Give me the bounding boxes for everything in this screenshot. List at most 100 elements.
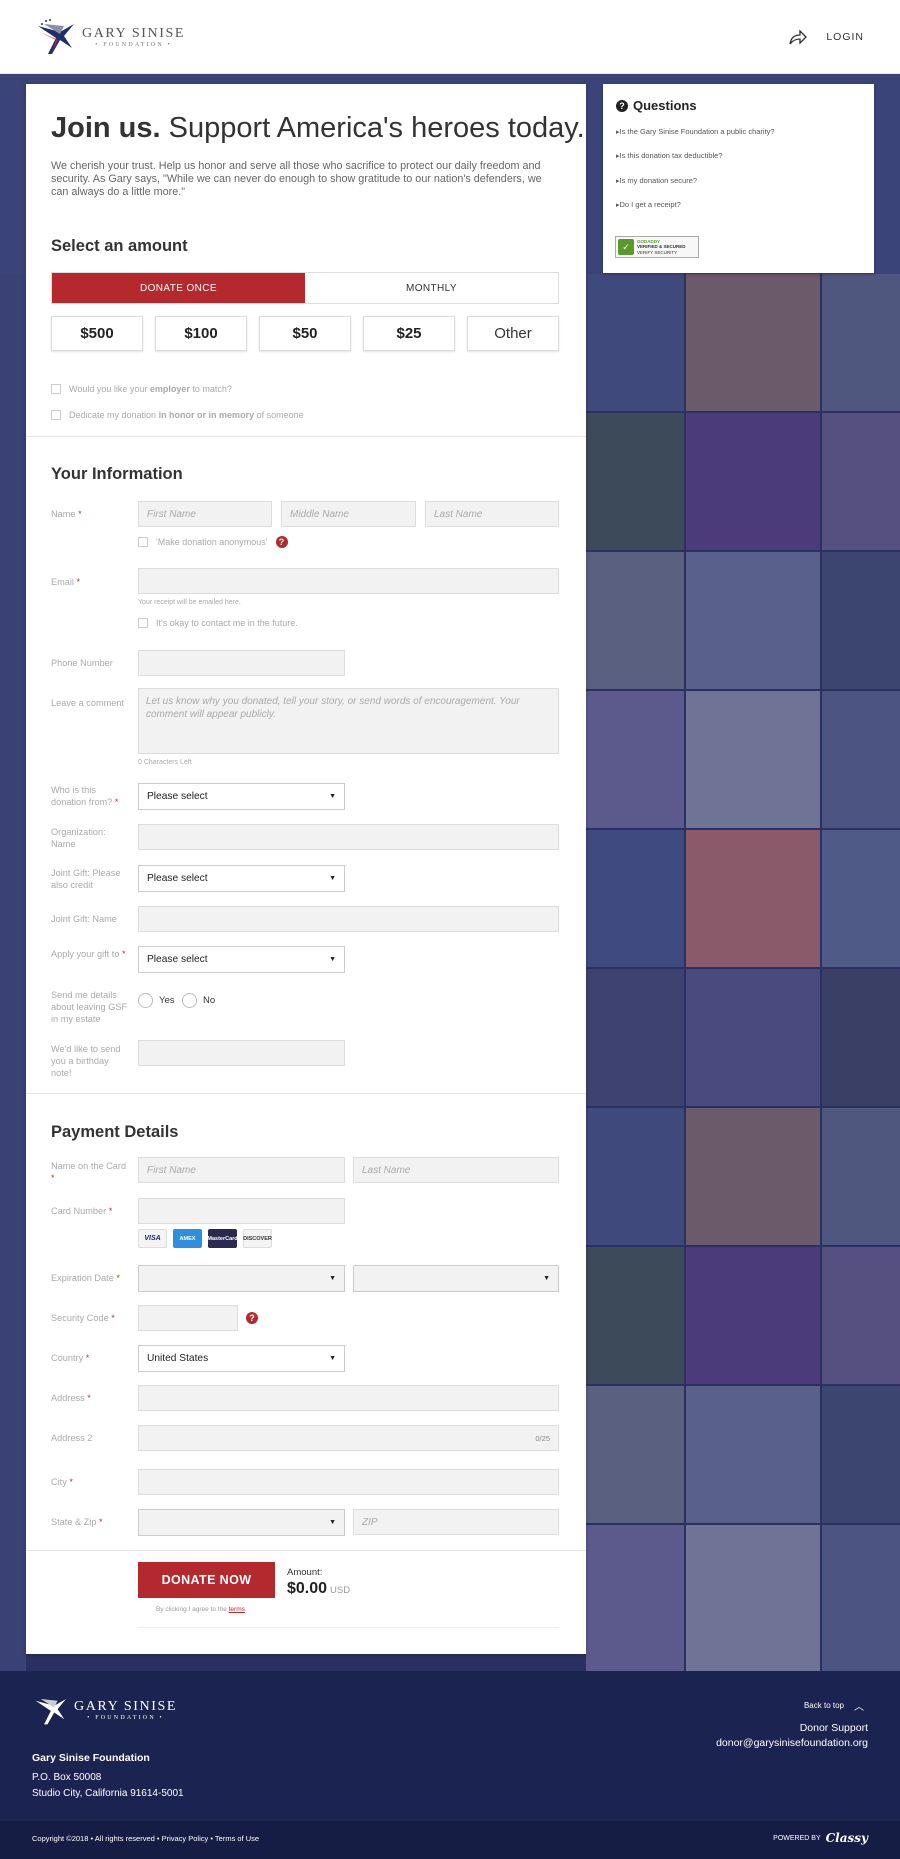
caret-down-icon: ▼ bbox=[329, 1275, 336, 1282]
faq-link[interactable]: Do I get a receipt? bbox=[616, 200, 681, 209]
middle-name-input[interactable]: Middle Name bbox=[281, 501, 416, 527]
amount-section-title: Select an amount bbox=[51, 237, 188, 255]
card-first-name-input[interactable]: First Name bbox=[138, 1157, 345, 1183]
powered-by: POWERED BY Classy bbox=[773, 1831, 868, 1845]
amount-25-button[interactable]: $25 bbox=[363, 316, 455, 351]
section-divider bbox=[26, 1550, 586, 1551]
back-to-top-link[interactable]: Back to top ︿ bbox=[804, 1698, 864, 1713]
help-icon[interactable]: ? bbox=[275, 536, 288, 548]
joint-credit-select[interactable]: Please select ▼ bbox=[138, 865, 345, 892]
estate-yes-radio[interactable] bbox=[138, 993, 153, 1008]
employer-match-row: Would you like your employer to match? bbox=[51, 384, 232, 394]
donor-support-email[interactable]: donor@garysinisefoundation.org bbox=[716, 1737, 868, 1749]
phone-input[interactable] bbox=[138, 650, 345, 676]
zip-input[interactable]: ZIP bbox=[353, 1509, 559, 1535]
employer-match-checkbox[interactable] bbox=[51, 384, 61, 394]
visa-card-icon: VISA bbox=[138, 1229, 167, 1248]
questions-panel: ? Questions Is the Gary Sinise Foundatio… bbox=[603, 84, 874, 273]
amount-500-button[interactable]: $500 bbox=[51, 316, 143, 351]
anonymous-label: 'Make donation anonymous' bbox=[156, 537, 268, 547]
comment-textarea[interactable]: Let us know why you donated, tell your s… bbox=[138, 688, 559, 754]
contact-optin-checkbox[interactable] bbox=[138, 618, 148, 628]
caret-down-icon: ▼ bbox=[543, 1275, 550, 1282]
tab-monthly[interactable]: MONTHLY bbox=[305, 273, 558, 303]
amount-total: $0.00 USD bbox=[287, 1580, 351, 1597]
expiration-year-select[interactable]: ▼ bbox=[353, 1265, 559, 1292]
footer-logo[interactable]: GARY SINISE • FOUNDATION • bbox=[32, 1694, 177, 1726]
estate-no-radio[interactable] bbox=[182, 993, 197, 1008]
amount-50-button[interactable]: $50 bbox=[259, 316, 351, 351]
question-circle-icon: ? bbox=[616, 99, 628, 112]
estate-yes-option[interactable]: Yes bbox=[138, 993, 175, 1008]
faq-link[interactable]: Is my donation secure? bbox=[616, 176, 698, 185]
joint-name-input[interactable] bbox=[138, 906, 559, 932]
footer-org-name: Gary Sinise Foundation bbox=[32, 1752, 150, 1764]
amount-other-button[interactable]: Other bbox=[467, 316, 559, 351]
card-last-name-input[interactable]: Last Name bbox=[353, 1157, 559, 1183]
who-from-label: Who is this donation from? * bbox=[51, 785, 119, 807]
state-select[interactable]: ▼ bbox=[138, 1509, 345, 1536]
city-label: City * bbox=[51, 1477, 73, 1487]
faq-link[interactable]: Is this donation tax deductible? bbox=[616, 151, 723, 160]
address2-counter: 0/25 bbox=[535, 1434, 550, 1443]
login-link[interactable]: LOGIN bbox=[826, 31, 864, 43]
mastercard-card-icon: MasterCard bbox=[207, 1229, 238, 1248]
amount-label: Amount: bbox=[287, 1567, 323, 1578]
country-label: Country * bbox=[51, 1353, 90, 1363]
page-title: Join us. Support America's heroes today. bbox=[51, 112, 585, 144]
first-name-input[interactable]: First Name bbox=[138, 501, 272, 527]
dedication-checkbox[interactable] bbox=[51, 410, 61, 420]
chevron-up-icon: ︿ bbox=[854, 1702, 864, 1713]
footer-address-line1: P.O. Box 50008 bbox=[32, 1772, 102, 1783]
donate-now-button[interactable]: DONATE NOW bbox=[138, 1562, 275, 1598]
anonymous-row: 'Make donation anonymous' ? bbox=[138, 536, 288, 548]
site-logo[interactable]: GARY SINISE • FOUNDATION • bbox=[34, 18, 185, 56]
security-code-input[interactable] bbox=[138, 1305, 238, 1331]
tab-donate-once[interactable]: DONATE ONCE bbox=[52, 273, 305, 303]
discover-card-icon: DISCOVER bbox=[243, 1229, 272, 1248]
org-name-label: Organization: Name bbox=[51, 827, 106, 849]
city-input[interactable] bbox=[138, 1469, 559, 1495]
dedication-row: Dedicate my donation in honor or in memo… bbox=[51, 410, 304, 420]
dedication-label: Dedicate my donation in honor or in memo… bbox=[69, 410, 304, 420]
donor-support-label: Donor Support bbox=[799, 1722, 868, 1734]
caret-down-icon: ▼ bbox=[329, 1519, 336, 1526]
currency-label: USD bbox=[330, 1585, 351, 1596]
classy-logo[interactable]: Classy bbox=[826, 1831, 868, 1845]
email-label: Email * bbox=[51, 577, 81, 587]
email-input[interactable] bbox=[138, 568, 559, 594]
address-label: Address * bbox=[51, 1393, 91, 1403]
logo-title: GARY SINISE bbox=[82, 26, 186, 41]
state-zip-label: State & Zip * bbox=[51, 1517, 103, 1527]
faq-link[interactable]: Is the Gary Sinise Foundation a public c… bbox=[616, 127, 775, 136]
apply-gift-select[interactable]: Please select ▼ bbox=[138, 946, 345, 973]
share-icon[interactable] bbox=[788, 28, 808, 46]
estate-no-option[interactable]: No bbox=[182, 993, 215, 1008]
accepted-cards: VISA AMEX MasterCard DISCOVER bbox=[138, 1229, 272, 1248]
logo-subtitle: • FOUNDATION • bbox=[95, 42, 172, 48]
birthday-input[interactable] bbox=[138, 1040, 345, 1066]
terms-notice: By clicking I agree to the terms bbox=[156, 1606, 245, 1613]
help-icon[interactable]: ? bbox=[246, 1312, 258, 1324]
frequency-tabs: DONATE ONCE MONTHLY bbox=[51, 272, 559, 304]
last-name-input[interactable]: Last Name bbox=[425, 501, 559, 527]
security-seal-badge[interactable]: ✓ GODADDY VERIFIED & SECURED VERIFY SECU… bbox=[615, 236, 699, 258]
org-name-input[interactable] bbox=[138, 824, 559, 850]
country-select[interactable]: United States ▼ bbox=[138, 1345, 345, 1372]
terms-link[interactable]: terms bbox=[229, 1606, 245, 1613]
comment-counter: 0 Characters Left bbox=[138, 759, 192, 766]
address-input[interactable] bbox=[138, 1385, 559, 1411]
who-from-select[interactable]: Please select ▼ bbox=[138, 783, 345, 810]
caret-down-icon: ▼ bbox=[329, 793, 336, 800]
site-header: GARY SINISE • FOUNDATION • LOGIN bbox=[0, 0, 900, 74]
anonymous-checkbox[interactable] bbox=[138, 537, 148, 547]
address2-input[interactable]: 0/25 bbox=[138, 1425, 559, 1451]
info-section-title: Your Information bbox=[51, 465, 183, 483]
address2-label: Address 2 bbox=[51, 1433, 93, 1443]
employer-match-label: Would you like your employer to match? bbox=[69, 384, 232, 394]
amount-options: $500 $100 $50 $25 Other bbox=[51, 316, 559, 351]
footer-bottom-bar: Copyright ©2018 • All rights reserved • … bbox=[0, 1821, 900, 1859]
expiration-month-select[interactable]: ▼ bbox=[138, 1265, 345, 1292]
amount-100-button[interactable]: $100 bbox=[155, 316, 247, 351]
card-number-input[interactable] bbox=[138, 1198, 345, 1224]
